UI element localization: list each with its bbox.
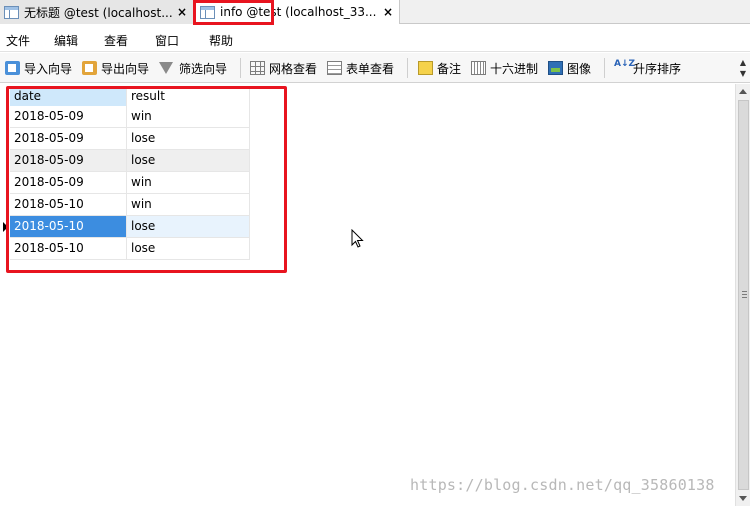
menu-window[interactable]: 窗口	[155, 32, 179, 49]
import-icon	[5, 61, 20, 75]
note-icon	[418, 61, 433, 75]
toolbar: 导入向导 导出向导 筛选向导 网格查看 表单查看 备注 十六进制 图像 A↓Z …	[0, 53, 750, 83]
grid-icon	[250, 61, 265, 75]
menu-edit[interactable]: 编辑	[54, 32, 78, 49]
sort-ascending-button[interactable]: A↓Z 升序排序	[614, 58, 681, 78]
close-icon[interactable]: ×	[175, 5, 189, 19]
filter-wizard-button[interactable]: 筛选向导	[159, 58, 227, 78]
grid-view-label: 网格查看	[269, 61, 318, 76]
form-view-label: 表单查看	[346, 61, 395, 76]
import-wizard-button[interactable]: 导入向导	[5, 58, 72, 78]
toolbar-divider	[240, 58, 241, 78]
close-icon[interactable]: ×	[381, 5, 395, 19]
mouse-cursor-icon	[351, 229, 364, 248]
scrollbar-grip-icon	[742, 291, 747, 299]
filter-icon	[159, 62, 173, 74]
menu-bar: 文件 编辑 查看 窗口 帮助	[0, 26, 750, 52]
import-wizard-label: 导入向导	[24, 61, 73, 76]
tab-bar: 无标题 @test (localhost... × info @test (lo…	[0, 0, 750, 25]
scrollbar-thumb[interactable]	[738, 100, 749, 490]
note-button[interactable]: 备注	[418, 58, 461, 78]
toolbar-overflow-icon[interactable]: ▲ ▼	[740, 57, 746, 79]
scroll-up-icon[interactable]	[739, 89, 747, 94]
export-icon	[82, 61, 97, 75]
table-icon	[4, 5, 19, 19]
hex-label: 十六进制	[490, 61, 539, 76]
watermark: https://blog.csdn.net/qq_35860138	[410, 476, 715, 494]
image-label: 图像	[567, 61, 592, 76]
image-button[interactable]: 图像	[548, 58, 591, 78]
tab-untitled-query[interactable]: 无标题 @test (localhost... ×	[0, 0, 194, 24]
filter-wizard-label: 筛选向导	[179, 61, 228, 76]
export-wizard-button[interactable]: 导出向导	[82, 58, 149, 78]
tab-label: 无标题 @test (localhost...	[24, 5, 173, 20]
menu-file[interactable]: 文件	[6, 32, 30, 49]
sort-ascending-label: 升序排序	[633, 61, 682, 76]
toolbar-divider	[407, 58, 408, 78]
form-icon	[327, 61, 342, 75]
toolbar-divider	[604, 58, 605, 78]
export-wizard-label: 导出向导	[101, 61, 150, 76]
vertical-scrollbar[interactable]	[735, 84, 750, 506]
highlight-box-grid	[6, 86, 287, 273]
highlight-box-tab	[193, 0, 274, 25]
menu-view[interactable]: 查看	[104, 32, 128, 49]
grid-view-button[interactable]: 网格查看	[250, 58, 317, 78]
scroll-down-icon[interactable]	[739, 496, 747, 501]
sort-ascending-icon: A↓Z	[614, 59, 636, 69]
hex-button[interactable]: 十六进制	[471, 58, 538, 78]
image-icon	[548, 61, 563, 75]
menu-help[interactable]: 帮助	[209, 32, 233, 49]
hex-icon	[471, 61, 486, 75]
form-view-button[interactable]: 表单查看	[327, 58, 394, 78]
note-label: 备注	[437, 61, 462, 76]
